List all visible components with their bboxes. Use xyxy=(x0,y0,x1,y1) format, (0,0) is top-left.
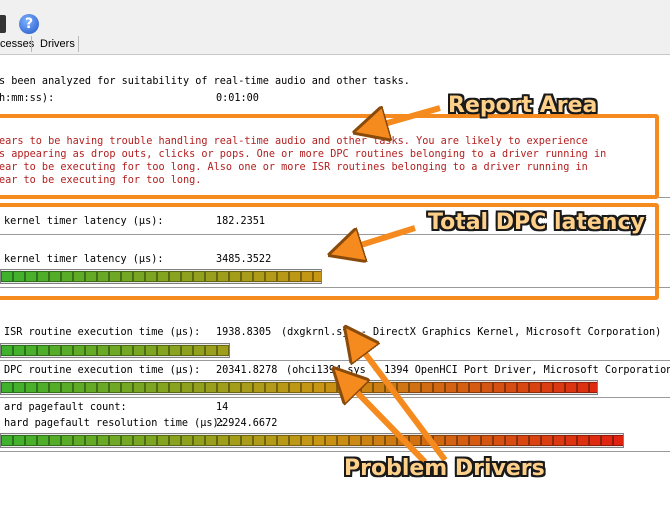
problem-drivers-callout: Problem Drivers xyxy=(344,456,545,481)
dpc-arrow xyxy=(345,225,416,250)
report-area-callout: Report Area xyxy=(448,93,598,118)
total-dpc-latency-callout: Total DPC latency xyxy=(428,210,645,235)
report-arrow xyxy=(370,105,441,128)
annotation-arrows xyxy=(0,105,448,465)
